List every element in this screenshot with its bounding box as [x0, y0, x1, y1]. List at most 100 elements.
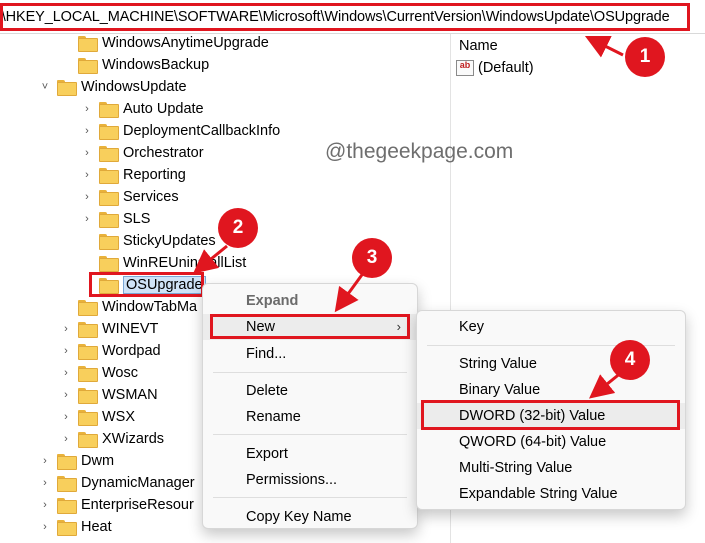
name-column-header[interactable]: Name — [459, 38, 498, 54]
folder-icon — [57, 80, 77, 96]
folder-icon — [99, 168, 119, 184]
chevron-right-icon[interactable]: › — [81, 169, 93, 181]
chevron-right-icon[interactable]: › — [81, 147, 93, 159]
tree-node[interactable]: WindowTabMa — [60, 296, 197, 318]
folder-icon — [78, 388, 98, 404]
chevron-right-icon[interactable]: › — [60, 345, 72, 357]
folder-icon — [57, 476, 77, 492]
menu-item-find[interactable]: Find... — [203, 341, 417, 367]
chevron-right-icon — [81, 235, 93, 247]
menu-item-permissions[interactable]: Permissions... — [203, 467, 417, 493]
menu-item-export[interactable]: Export — [203, 441, 417, 467]
tree-node[interactable]: › Dwm — [39, 450, 114, 472]
menu-item-rename[interactable]: Rename — [203, 404, 417, 430]
tree-node[interactable]: › DynamicManager — [39, 472, 195, 494]
tree-node-label: EnterpriseResour — [81, 497, 194, 513]
default-value-label: (Default) — [478, 60, 534, 76]
folder-icon — [99, 256, 119, 272]
tree-node[interactable]: › Auto Update — [81, 98, 204, 120]
folder-icon — [78, 322, 98, 338]
menu-separator — [213, 497, 407, 498]
tree-node[interactable]: ˅ WindowsUpdate — [39, 76, 187, 98]
chevron-down-icon[interactable]: ˅ — [39, 81, 51, 93]
chevron-right-icon[interactable]: › — [39, 477, 51, 489]
chevron-right-icon — [60, 37, 72, 49]
folder-icon — [99, 234, 119, 250]
tree-node-label: Reporting — [123, 167, 186, 183]
watermark: @thegeekpage.com — [325, 140, 514, 163]
tree-node-label: Auto Update — [123, 101, 204, 117]
folder-icon — [78, 410, 98, 426]
chevron-right-icon[interactable]: › — [60, 323, 72, 335]
tree-node[interactable]: WindowsAnytimeUpgrade — [60, 32, 269, 54]
tree-node-label: Orchestrator — [123, 145, 204, 161]
tree-node[interactable]: WindowsBackup — [60, 54, 209, 76]
folder-icon — [99, 278, 119, 294]
folder-icon — [99, 146, 119, 162]
tree-node[interactable]: › Wosc — [60, 362, 138, 384]
tree-node[interactable]: › XWizards — [60, 428, 164, 450]
folder-icon — [99, 212, 119, 228]
tree-node[interactable]: › WINEVT — [60, 318, 158, 340]
chevron-right-icon — [81, 257, 93, 269]
folder-icon — [78, 344, 98, 360]
context-menu: Expand New › Find... Delete Rename Expor… — [202, 283, 418, 529]
tree-node[interactable]: › Services — [81, 186, 179, 208]
submenu-item-multi-string-value[interactable]: Multi-String Value — [417, 455, 685, 481]
folder-icon — [78, 300, 98, 316]
chevron-right-icon[interactable]: › — [39, 455, 51, 467]
chevron-right-icon[interactable]: › — [81, 191, 93, 203]
chevron-right-icon[interactable]: › — [81, 103, 93, 115]
chevron-right-icon[interactable]: › — [39, 521, 51, 533]
chevron-right-icon — [81, 279, 93, 291]
tree-node[interactable]: › SLS — [81, 208, 150, 230]
step-1-badge: 1 — [625, 37, 665, 77]
submenu-item-expandable-string-value[interactable]: Expandable String Value — [417, 481, 685, 507]
menu-item-expand[interactable]: Expand — [203, 288, 417, 314]
tree-node[interactable]: OSUpgrade — [81, 274, 206, 296]
tree-node[interactable]: › Reporting — [81, 164, 186, 186]
tree-node-label: Dwm — [81, 453, 115, 469]
tree-node-label: Services — [123, 189, 179, 205]
tree-node-label: SLS — [123, 211, 151, 227]
address-path[interactable]: r\HKEY_LOCAL_MACHINE\SOFTWARE\Microsoft\… — [0, 9, 670, 25]
chevron-right-icon[interactable]: › — [60, 411, 72, 423]
tree-node[interactable]: › EnterpriseResour — [39, 494, 194, 516]
tree-node[interactable]: StickyUpdates — [81, 230, 216, 252]
tree-node-label: DynamicManager — [81, 475, 195, 491]
submenu-item-binary-value[interactable]: Binary Value — [417, 377, 685, 403]
tree-node-label: WindowTabMa — [102, 299, 198, 315]
tree-node[interactable]: › WSMAN — [60, 384, 158, 406]
tree-node[interactable]: › Orchestrator — [81, 142, 204, 164]
tree-node-label: XWizards — [102, 431, 165, 447]
tree-node-label: StickyUpdates — [123, 233, 216, 249]
tree-node[interactable]: WinREUninstallList — [81, 252, 246, 274]
tree-node[interactable]: › Wordpad — [60, 340, 161, 362]
submenu-item-dword-value[interactable]: DWORD (32-bit) Value — [417, 403, 685, 429]
chevron-right-icon[interactable]: › — [81, 125, 93, 137]
chevron-right-icon[interactable]: › — [60, 389, 72, 401]
menu-item-new[interactable]: New › — [203, 314, 417, 340]
chevron-right-icon[interactable]: › — [81, 213, 93, 225]
chevron-right-icon[interactable]: › — [39, 499, 51, 511]
tree-node[interactable]: › WSX — [60, 406, 135, 428]
tree-node-label: WindowsAnytimeUpgrade — [102, 35, 269, 51]
tree-node[interactable]: › Heat — [39, 516, 112, 538]
folder-icon — [57, 498, 77, 514]
chevron-right-icon[interactable]: › — [60, 367, 72, 379]
chevron-right-icon[interactable]: › — [60, 433, 72, 445]
chevron-right-icon — [60, 59, 72, 71]
address-bar[interactable]: r\HKEY_LOCAL_MACHINE\SOFTWARE\Microsoft\… — [0, 0, 705, 34]
submenu-item-qword-value[interactable]: QWORD (64-bit) Value — [417, 429, 685, 455]
step-4-badge: 4 — [610, 340, 650, 380]
menu-item-copy-key-name[interactable]: Copy Key Name — [203, 504, 417, 530]
tree-node[interactable]: › DeploymentCallbackInfo — [81, 120, 280, 142]
default-value-row[interactable]: ab (Default) — [456, 60, 534, 76]
folder-icon — [78, 36, 98, 52]
folder-icon — [78, 366, 98, 382]
menu-item-delete[interactable]: Delete — [203, 378, 417, 404]
tree-node-label: OSUpgrade — [123, 276, 206, 294]
tree-node-label: Wosc — [102, 365, 138, 381]
submenu-item-key[interactable]: Key — [417, 314, 685, 340]
folder-icon — [78, 432, 98, 448]
